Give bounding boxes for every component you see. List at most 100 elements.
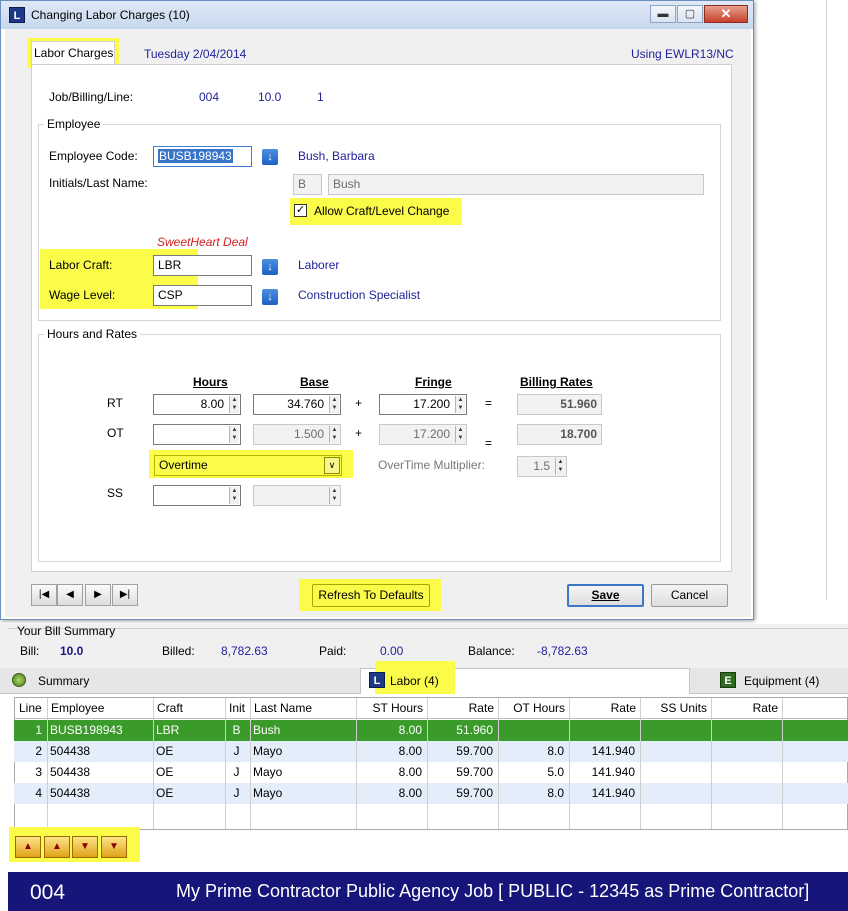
move-down-icon[interactable]: ▼ [72, 836, 98, 858]
chevron-down-icon[interactable]: ∨ [324, 457, 340, 474]
rt-fringe-value: 17.200 [413, 397, 450, 411]
col-ss-units[interactable]: SS Units [640, 698, 711, 719]
ot-hours-spinner[interactable]: ▲ ▼ [229, 426, 239, 443]
cell-st-hours: 8.00 [398, 744, 422, 758]
cell-st-rate: 59.700 [456, 765, 493, 779]
ss-hours-spinner[interactable]: ▲ ▼ [229, 487, 239, 504]
col-init[interactable]: Init [225, 698, 250, 719]
col-ot-hours[interactable]: OT Hours [498, 698, 569, 719]
move-to-bottom-icon[interactable]: ▼ [101, 836, 127, 858]
cell-line: 1 [35, 723, 42, 737]
paid-value: 0.00 [380, 644, 404, 658]
ot-multiplier-spinner: ▲ ▼ [555, 458, 565, 475]
col-employee[interactable]: Employee [47, 698, 153, 719]
col-ot-rate[interactable]: Rate [569, 698, 640, 719]
job-number: 004 [199, 90, 220, 104]
rt-base-input[interactable]: 34.760 ▲ ▼ [253, 394, 341, 415]
last-record-button[interactable]: ▶| [112, 584, 138, 606]
col-line[interactable]: Line [15, 698, 47, 719]
next-record-button[interactable]: ▶ [85, 584, 111, 606]
bill-value: 10.0 [60, 644, 84, 658]
cell-st-hours: 8.00 [398, 786, 422, 800]
cell-employee: 504438 [50, 786, 91, 800]
rt-plus: + [355, 396, 363, 410]
hours-rates-group [38, 334, 721, 562]
rt-fringe-input[interactable]: 17.200 ▲ ▼ [379, 394, 467, 415]
grid-header: Line Employee Craft Init Last Name ST Ho… [15, 698, 847, 719]
allow-craft-checkbox[interactable]: ✓ [294, 204, 307, 217]
table-row[interactable]: 3 504438 OE J Mayo 8.00 59.700 5.0 141.9… [14, 762, 848, 783]
overtime-select-value: Overtime [159, 458, 208, 472]
cell-craft: OE [156, 744, 174, 758]
footer-job-number: 004 [30, 881, 66, 904]
wage-level-lookup-icon[interactable]: ↓ [262, 289, 278, 305]
rt-base-spinner[interactable]: ▲ ▼ [329, 396, 339, 413]
minimize-button[interactable]: ▬ [650, 5, 676, 23]
cell-employee: 504438 [50, 765, 91, 779]
cell-ot-hours: 5.0 [547, 765, 564, 779]
craft-lookup-icon[interactable]: ↓ [262, 259, 278, 275]
refresh-to-defaults-button[interactable]: Refresh To Defaults [312, 584, 430, 607]
rt-hours-spinner[interactable]: ▲ ▼ [229, 396, 239, 413]
line-number: 1 [317, 90, 324, 104]
ot-label: OT [107, 426, 124, 440]
wage-level-input[interactable]: CSP [153, 285, 252, 306]
labor-craft-input[interactable]: LBR [153, 255, 252, 276]
ot-hours-input[interactable]: ▲ ▼ [153, 424, 241, 445]
move-to-top-icon[interactable]: ▲ [15, 836, 41, 858]
ot-equals: = [485, 436, 493, 450]
ss-label: SS [107, 486, 124, 500]
row-move-toolbar: ▲ ▲ ▼ ▼ [0, 827, 848, 872]
wage-level-label: Wage Level: [49, 288, 116, 302]
close-button[interactable]: ✕ [704, 5, 748, 23]
ot-base-spinner: ▲ ▼ [329, 426, 339, 443]
labor-craft-description: Laborer [298, 258, 340, 272]
rt-billing-rate: 51.960 [517, 394, 602, 415]
ot-multiplier-value: 1.5 [533, 459, 550, 473]
employee-name: Bush, Barbara [298, 149, 375, 163]
bill-label: Bill: [20, 644, 40, 658]
col-last-name[interactable]: Last Name [250, 698, 356, 719]
rt-fringe-spinner[interactable]: ▲ ▼ [455, 396, 465, 413]
tab-label: Labor Charges [34, 46, 114, 60]
cell-ot-rate: 141.940 [591, 765, 635, 779]
billed-label: Billed: [162, 644, 195, 658]
cell-init: J [233, 765, 240, 779]
employee-code-label: Employee Code: [49, 149, 138, 163]
col-ss-rate[interactable]: Rate [711, 698, 782, 719]
maximize-button[interactable]: ▢ [677, 5, 703, 23]
move-up-icon[interactable]: ▲ [44, 836, 70, 858]
cell-employee: 504438 [50, 744, 91, 758]
cell-init: B [232, 723, 241, 737]
cancel-button[interactable]: Cancel [651, 584, 728, 607]
ot-base-input: 1.500 ▲ ▼ [253, 424, 341, 445]
rt-hours-input[interactable]: 8.00 ▲ ▼ [153, 394, 241, 415]
overtime-select[interactable]: Overtime ∨ [154, 455, 342, 476]
first-record-button[interactable]: |◀ [31, 584, 57, 606]
window-title: Changing Labor Charges (10) [31, 8, 190, 22]
cell-last-name: Bush [253, 723, 281, 737]
previous-record-button[interactable]: ◀ [57, 584, 83, 606]
fringe-header: Fringe [415, 375, 452, 389]
employee-lookup-icon[interactable]: ↓ [262, 149, 278, 165]
table-row[interactable]: 4 504438 OE J Mayo 8.00 59.700 8.0 141.9… [14, 783, 848, 804]
tab-equipment[interactable]: Equipment (4) [744, 674, 819, 688]
tab-strip: Summary L Labor (4) E Equipment (4) [0, 661, 848, 695]
employee-code-input[interactable]: BUSB198943 [153, 146, 252, 167]
ss-hours-input[interactable]: ▲ ▼ [153, 485, 241, 506]
save-button[interactable]: Save [567, 584, 644, 607]
bill-summary-heading: Your Bill Summary [17, 624, 116, 638]
app-icon: L [9, 7, 25, 23]
table-row[interactable]: 2 504438 OE J Mayo 8.00 59.700 8.0 141.9… [14, 741, 848, 762]
table-row[interactable]: 1 BUSB198943 LBR B Bush 8.00 51.960 [14, 720, 848, 741]
base-header: Base [300, 375, 329, 389]
cell-st-hours: 8.00 [398, 765, 422, 779]
initials-field: B [293, 174, 322, 195]
col-st-rate[interactable]: Rate [427, 698, 498, 719]
col-craft[interactable]: Craft [153, 698, 225, 719]
sweetheart-deal-note: SweetHeart Deal [157, 235, 248, 249]
tab-summary[interactable]: Summary [38, 674, 89, 688]
allow-craft-label[interactable]: Allow Craft/Level Change [314, 204, 449, 218]
col-st-hours[interactable]: ST Hours [356, 698, 427, 719]
tab-labor-charges[interactable]: Labor Charges [31, 41, 115, 65]
